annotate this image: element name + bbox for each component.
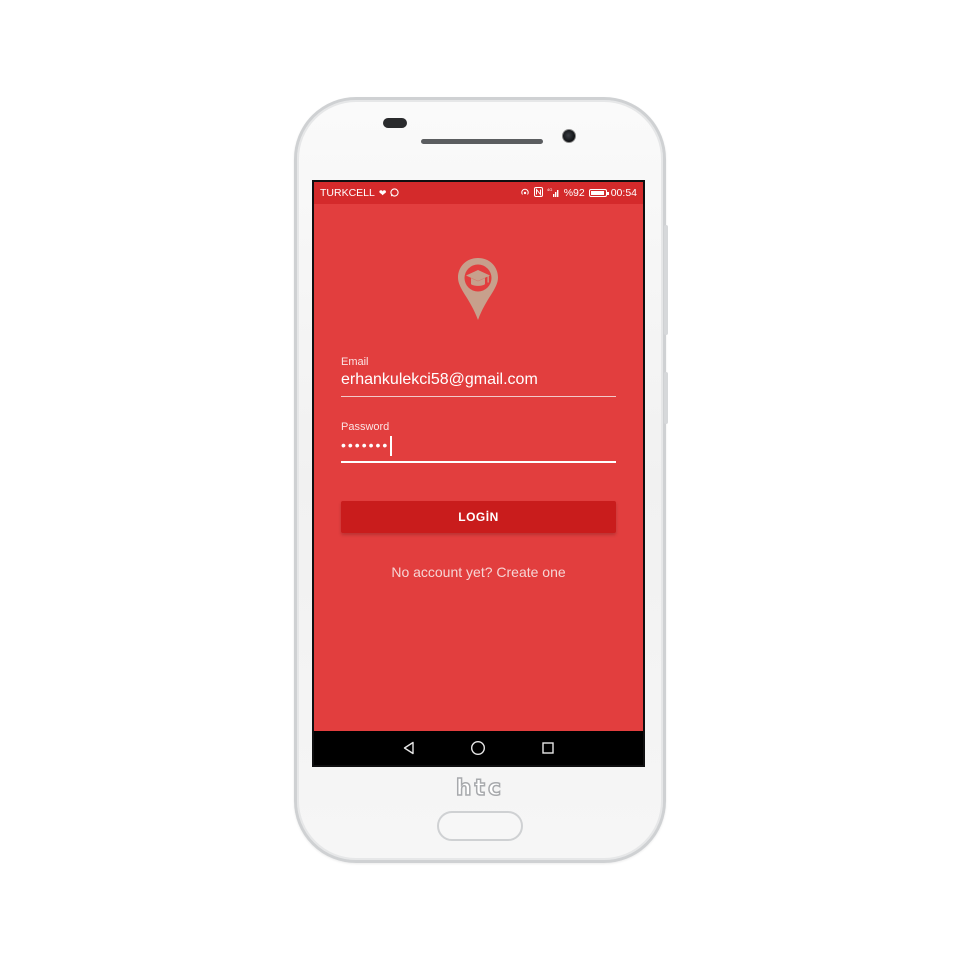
password-mask: ••••••• — [341, 437, 390, 454]
hardware-home-button[interactable] — [437, 811, 523, 841]
front-camera — [562, 129, 576, 143]
home-icon[interactable] — [463, 733, 493, 763]
back-icon[interactable] — [394, 733, 424, 763]
earpiece-speaker — [421, 139, 543, 144]
carrier-name: TURKCELL — [320, 187, 375, 199]
email-label: Email — [341, 356, 369, 368]
volume-button[interactable] — [664, 372, 668, 424]
graduation-cap-location-pin-icon — [458, 258, 498, 320]
login-button[interactable]: LOGİN — [341, 501, 616, 533]
recents-icon[interactable] — [533, 733, 563, 763]
clock: 00:54 — [610, 187, 637, 199]
screen: TURKCELL ❤ 4G %92 00:54 Email erhankulek… — [312, 180, 645, 767]
login-screen: Email erhankulekci58@gmail.com Password … — [314, 204, 643, 731]
battery-fill — [590, 191, 604, 195]
svg-text:4G: 4G — [547, 187, 552, 192]
create-account-link[interactable]: No account yet? Create one — [314, 564, 643, 580]
battery-icon — [588, 189, 609, 197]
text-cursor — [390, 436, 393, 456]
status-left: TURKCELL ❤ — [320, 187, 400, 199]
status-right: 4G %92 00:54 — [520, 187, 637, 199]
brand-logo: htc — [455, 775, 505, 802]
whatsapp-icon — [390, 187, 400, 199]
nfc-icon — [533, 187, 543, 199]
email-field[interactable]: erhankulekci58@gmail.com — [341, 371, 616, 397]
password-field[interactable]: ••••••• — [341, 436, 616, 463]
password-label: Password — [341, 421, 390, 433]
battery-percent: %92 — [563, 187, 585, 199]
hotspot-icon — [520, 187, 530, 199]
navigation-bar — [314, 731, 643, 765]
signal-icon: 4G — [547, 187, 560, 199]
proximity-sensor — [383, 118, 407, 128]
power-button[interactable] — [664, 225, 668, 335]
heart-icon: ❤ — [378, 187, 387, 198]
status-bar: TURKCELL ❤ 4G %92 00:54 — [314, 182, 643, 204]
